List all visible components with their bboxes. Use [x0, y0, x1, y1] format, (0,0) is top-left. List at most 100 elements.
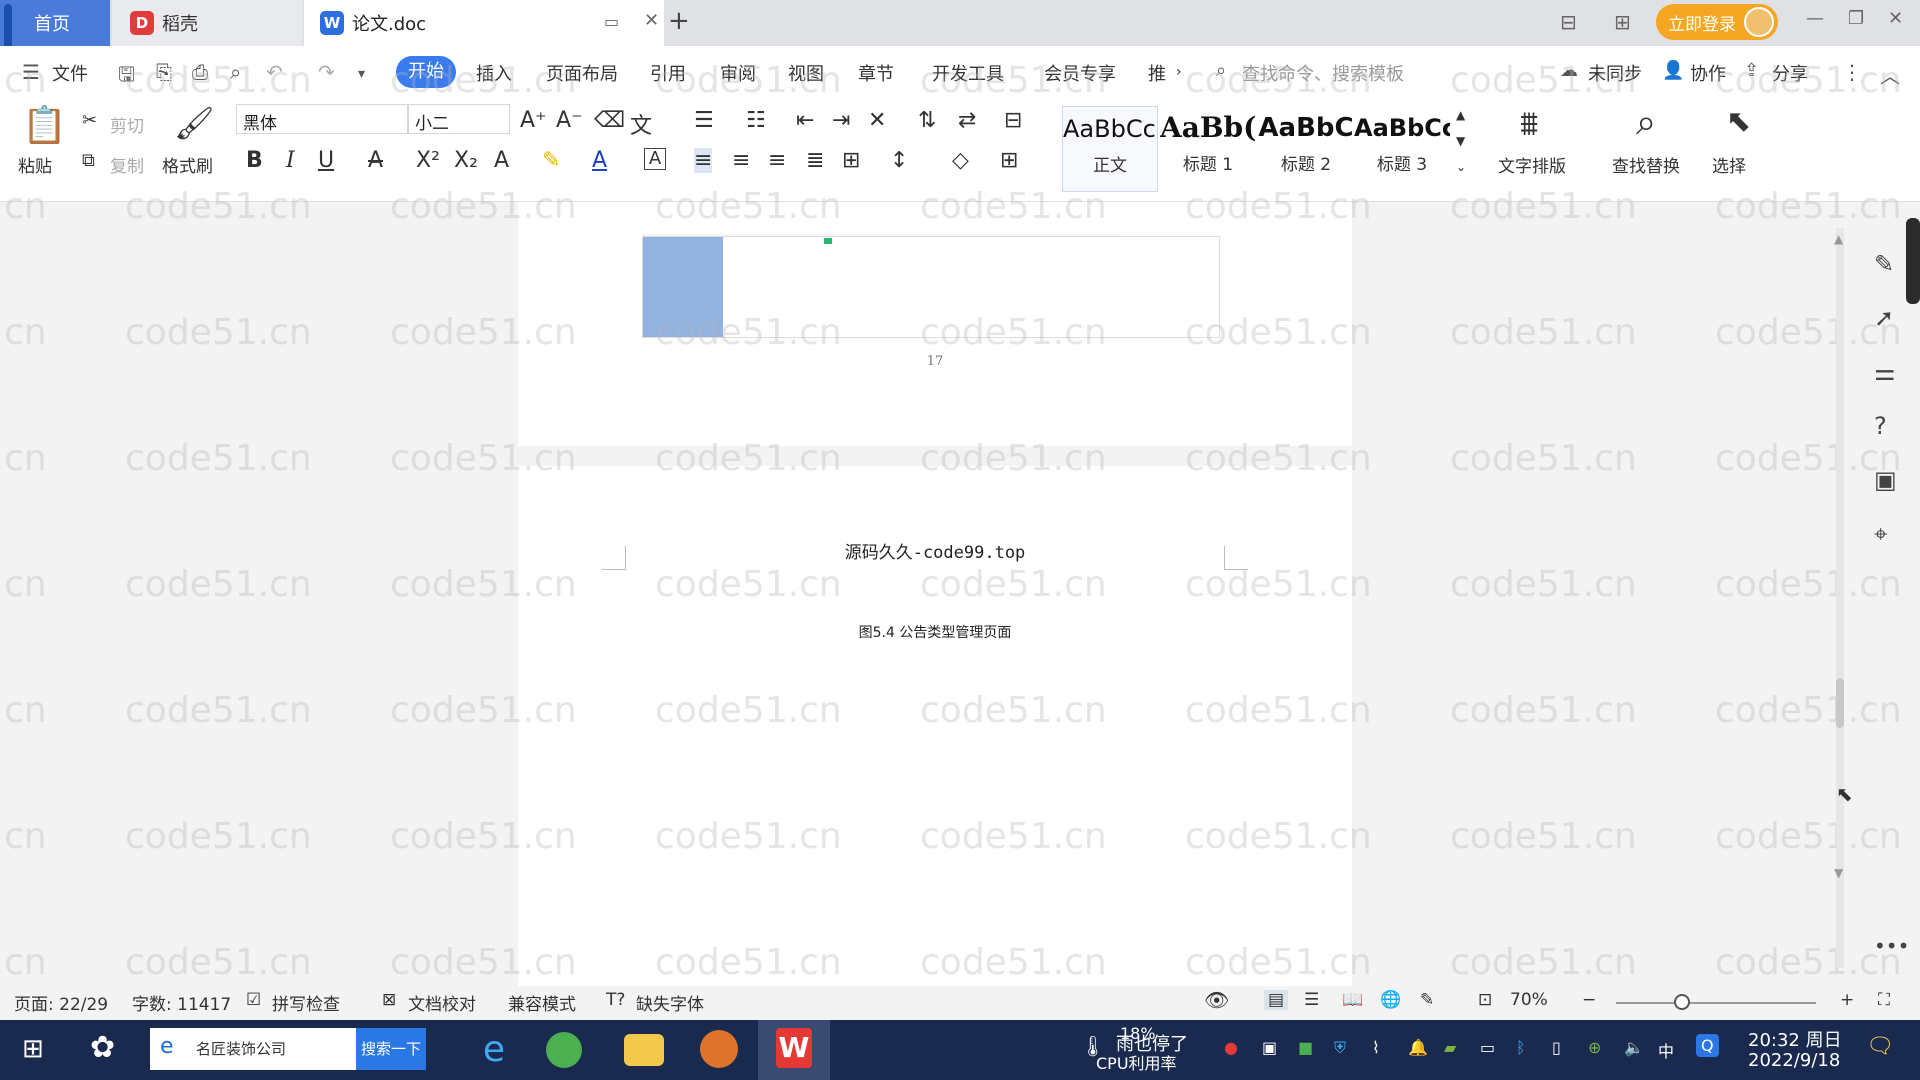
style-heading3[interactable]: AaBbCcl 标题 3: [1354, 106, 1450, 192]
bell-icon[interactable]: 🔔: [1408, 1038, 1428, 1057]
close-tab-icon[interactable]: ✕: [644, 10, 659, 31]
layout-icon[interactable]: ⊟: [1560, 10, 1577, 34]
numbered-list-icon[interactable]: ☷: [746, 108, 766, 133]
bluetooth-icon[interactable]: ᛒ: [1516, 1038, 1526, 1057]
minimize-icon[interactable]: —: [1806, 8, 1824, 29]
wps-taskbar-button[interactable]: W: [758, 1020, 830, 1080]
unsync-button[interactable]: 未同步: [1588, 60, 1642, 86]
zoom-level[interactable]: 70%: [1510, 990, 1548, 1010]
style-heading1[interactable]: AaBb( 标题 1: [1160, 106, 1256, 192]
collab-button[interactable]: 协作: [1690, 60, 1726, 86]
copy-icon[interactable]: ⧉: [82, 150, 95, 171]
write-mode-icon[interactable]: ✎: [1420, 990, 1434, 1010]
restore-icon[interactable]: ❐: [1848, 8, 1864, 29]
tray-plus-icon[interactable]: ⊕: [1588, 1038, 1601, 1057]
tab-home[interactable]: 首页: [0, 0, 110, 94]
scroll-up-icon[interactable]: ▲: [1834, 232, 1843, 246]
subscript-icon[interactable]: X₂: [454, 148, 478, 173]
font-name-select[interactable]: 黑体: [236, 104, 408, 134]
redo-icon[interactable]: ↷: [318, 60, 335, 84]
tab-daoke[interactable]: D 稻壳: [112, 0, 302, 46]
zoom-out-icon[interactable]: −: [1582, 990, 1596, 1010]
quick-access-dropdown-icon[interactable]: ▾: [358, 66, 365, 82]
tray-app1-icon[interactable]: ●: [1224, 1038, 1238, 1057]
char-border-icon[interactable]: A: [644, 148, 666, 170]
fit-page-icon[interactable]: ⊡: [1478, 990, 1492, 1010]
volume-icon[interactable]: 🔈: [1624, 1038, 1644, 1057]
reading-view-icon[interactable]: 📖: [1342, 990, 1363, 1010]
spell-check-button[interactable]: 拼写检查: [272, 990, 340, 1015]
cortana-icon[interactable]: ✿: [90, 1030, 115, 1065]
clear-format-icon[interactable]: ⌫: [594, 108, 625, 133]
format-painter-button[interactable]: 格式刷: [162, 152, 213, 177]
menu-review[interactable]: 审阅: [720, 60, 756, 86]
select-cursor-icon[interactable]: ⬉: [1726, 104, 1751, 139]
underline-icon[interactable]: U: [318, 148, 334, 173]
new-tab-icon[interactable]: +: [668, 6, 690, 36]
chinese-layout-icon[interactable]: ✕: [868, 108, 886, 133]
styles-scroll-up-icon[interactable]: ▲: [1456, 108, 1465, 122]
outline-view-icon[interactable]: ☰: [1304, 990, 1319, 1010]
web-view-icon[interactable]: 🌐: [1380, 990, 1401, 1010]
nvidia-icon[interactable]: ▰: [1444, 1038, 1456, 1057]
vertical-scrollbar[interactable]: [1836, 228, 1844, 968]
text-effect-icon[interactable]: A: [494, 148, 509, 173]
font-color-icon[interactable]: A: [592, 148, 607, 173]
line-spacing-icon[interactable]: ↕: [890, 148, 908, 173]
embedded-screenshot[interactable]: [642, 236, 1220, 338]
print-preview-icon[interactable]: ⌕: [230, 60, 241, 84]
style-normal[interactable]: AaBbCcI 正文: [1062, 106, 1158, 192]
clock-date[interactable]: 2022/9/18: [1748, 1050, 1840, 1071]
sort-icon[interactable]: ⇅: [918, 108, 936, 133]
side-panel-handle[interactable]: [1906, 218, 1920, 304]
styles-more-icon[interactable]: ⌄: [1456, 160, 1466, 174]
shield-icon[interactable]: ⛨: [1334, 1038, 1346, 1058]
table-icon[interactable]: ⊟: [1004, 108, 1022, 133]
align-center-icon[interactable]: ≡: [732, 148, 750, 173]
scroll-thumb[interactable]: [1836, 678, 1844, 728]
styles-scroll-down-icon[interactable]: ▼: [1456, 134, 1465, 148]
adjust-icon[interactable]: ⚌: [1874, 358, 1896, 386]
ie-icon[interactable]: e: [470, 1028, 518, 1072]
justify-icon[interactable]: ≣: [806, 148, 824, 173]
tab-document[interactable]: W 论文.doc ▭ ✕: [304, 0, 664, 46]
copy-button[interactable]: 复制: [110, 152, 144, 177]
image-edit-icon[interactable]: ▣: [1874, 466, 1897, 494]
menu-start[interactable]: 开始: [396, 56, 456, 88]
cut-button[interactable]: 剪切: [110, 112, 144, 137]
bullet-list-icon[interactable]: ☰: [694, 108, 714, 133]
cut-icon[interactable]: ✂: [82, 110, 97, 131]
hamburger-icon[interactable]: ☰: [22, 60, 40, 84]
select-button[interactable]: 选择: [1712, 152, 1746, 177]
tray-app2-icon[interactable]: ▣: [1262, 1038, 1277, 1057]
menu-insert[interactable]: 插入: [476, 60, 512, 86]
apps-grid-icon[interactable]: ⊞: [1614, 10, 1631, 34]
italic-icon[interactable]: I: [286, 148, 295, 173]
proofread-button[interactable]: 文档校对: [408, 990, 476, 1015]
menu-member[interactable]: 会员专享: [1044, 60, 1116, 86]
highlight-icon[interactable]: ✎: [542, 148, 560, 173]
browser-360-icon[interactable]: [546, 1032, 582, 1068]
command-search-input[interactable]: 查找命令、搜索模板: [1242, 60, 1404, 86]
scroll-down-icon[interactable]: ▼: [1834, 866, 1843, 880]
shading-icon[interactable]: ◇: [952, 148, 969, 173]
bold-icon[interactable]: B: [246, 148, 263, 173]
shrink-font-icon[interactable]: A⁻: [556, 108, 583, 133]
strikethrough-icon[interactable]: A: [368, 148, 383, 173]
collapse-ribbon-icon[interactable]: ︿: [1880, 60, 1900, 89]
font-size-select[interactable]: 小二: [408, 104, 510, 134]
style-heading2[interactable]: AaBbC 标题 2: [1258, 106, 1354, 192]
zoom-slider-thumb[interactable]: [1674, 994, 1690, 1010]
missing-font-button[interactable]: 缺失字体: [636, 990, 704, 1015]
eye-protect-icon[interactable]: 👁: [1204, 988, 1229, 1012]
save-icon[interactable]: 🖫: [118, 60, 135, 94]
wifi-icon[interactable]: ⌇: [1372, 1038, 1380, 1057]
phonetic-guide-icon[interactable]: 文: [630, 108, 652, 140]
close-window-icon[interactable]: ✕: [1888, 8, 1903, 29]
page-counter[interactable]: 页面: 22/29: [14, 990, 108, 1015]
tray-app3-icon[interactable]: ■: [1298, 1038, 1313, 1057]
grow-font-icon[interactable]: A⁺: [520, 108, 547, 133]
find-replace-button[interactable]: 查找替换: [1612, 152, 1680, 177]
page-view-icon[interactable]: ▤: [1264, 990, 1289, 1010]
float-window-icon[interactable]: ▭: [604, 12, 619, 31]
